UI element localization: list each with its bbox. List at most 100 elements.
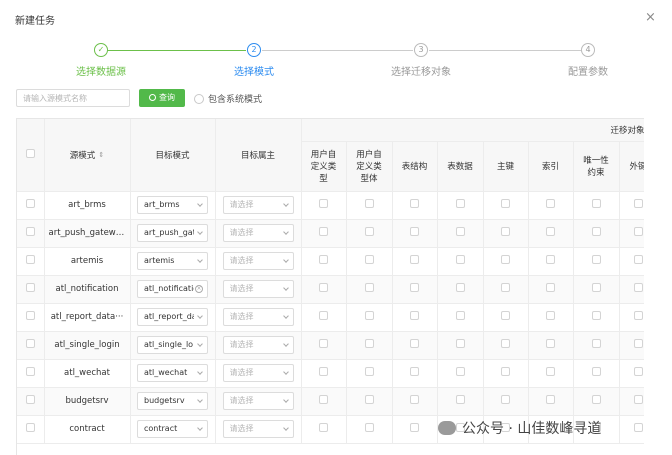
migration-object-checkbox[interactable] [455, 227, 465, 236]
step-config-params[interactable]: 4 配置参数 [528, 43, 648, 78]
migration-object-checkbox[interactable] [633, 339, 643, 348]
migration-object-checkbox[interactable] [364, 367, 374, 376]
target-mode-select[interactable]: atl_notificatio × [137, 280, 208, 298]
migration-object-checkbox[interactable] [410, 283, 419, 292]
migration-object-checkbox[interactable] [591, 283, 601, 292]
migration-object-checkbox[interactable] [410, 199, 419, 208]
migration-object-checkbox[interactable] [546, 227, 555, 236]
migration-object-checkbox[interactable] [319, 395, 328, 404]
migration-object-checkbox[interactable] [455, 395, 465, 404]
target-mode-select[interactable]: atl_wechat [137, 364, 208, 382]
migration-object-checkbox[interactable] [455, 283, 465, 292]
migration-object-checkbox[interactable] [319, 339, 328, 348]
migration-object-checkbox[interactable] [319, 255, 328, 264]
table-row[interactable]: budgetsrv budgetsrv 请选择 [17, 387, 644, 416]
migration-object-checkbox[interactable] [591, 227, 601, 236]
row-checkbox[interactable] [25, 423, 35, 432]
migration-object-checkbox[interactable] [591, 339, 601, 348]
target-owner-select[interactable]: 请选择 [222, 420, 294, 438]
table-row[interactable]: art_brms art_brms 请选择 [17, 191, 644, 220]
migration-object-checkbox[interactable] [501, 311, 510, 320]
table-row[interactable]: artemis artemis 请选择 [17, 247, 644, 276]
migration-object-checkbox[interactable] [501, 255, 510, 264]
query-button[interactable]: 查询 [139, 89, 185, 107]
table-row[interactable]: art_push_gateway art_push_gat 请选择 [17, 219, 644, 248]
migration-object-checkbox[interactable] [410, 367, 419, 376]
migration-object-checkbox[interactable] [364, 283, 374, 292]
step-select-mode[interactable]: 2 选择模式 [194, 43, 314, 78]
migration-object-checkbox[interactable] [546, 367, 555, 376]
target-mode-select[interactable]: art_push_gat [137, 224, 208, 242]
migration-object-checkbox[interactable] [633, 311, 643, 320]
select-all-checkbox[interactable] [25, 148, 35, 158]
migration-object-checkbox[interactable] [455, 255, 465, 264]
row-checkbox[interactable] [25, 367, 35, 376]
migration-object-checkbox[interactable] [501, 339, 510, 348]
target-mode-select[interactable]: contract [137, 420, 208, 438]
migration-object-checkbox[interactable] [364, 227, 374, 236]
header-source-mode[interactable]: 源模式 ⇕ [44, 119, 131, 192]
target-owner-select[interactable]: 请选择 [222, 392, 294, 410]
row-checkbox[interactable] [25, 199, 35, 208]
row-checkbox[interactable] [25, 395, 35, 404]
table-row[interactable]: atl_single_login atl_single_lo 请选择 [17, 331, 644, 360]
target-owner-select[interactable]: 请选择 [222, 364, 294, 382]
migration-object-checkbox[interactable] [633, 227, 643, 236]
migration-object-checkbox[interactable] [410, 227, 419, 236]
migration-object-checkbox[interactable] [546, 199, 555, 208]
migration-object-checkbox[interactable] [546, 283, 555, 292]
target-mode-select[interactable]: art_brms [137, 196, 208, 214]
migration-object-checkbox[interactable] [546, 255, 555, 264]
migration-object-checkbox[interactable] [364, 311, 374, 320]
migration-object-checkbox[interactable] [410, 311, 419, 320]
row-checkbox[interactable] [25, 255, 35, 264]
clear-icon[interactable]: × [195, 285, 203, 293]
migration-object-checkbox[interactable] [501, 283, 510, 292]
migration-object-checkbox[interactable] [410, 339, 419, 348]
migration-object-checkbox[interactable] [546, 311, 555, 320]
migration-object-checkbox[interactable] [633, 283, 643, 292]
target-mode-select[interactable]: atl_report_da [137, 308, 208, 326]
target-owner-select[interactable]: 请选择 [222, 336, 294, 354]
migration-object-checkbox[interactable] [546, 339, 555, 348]
migration-object-checkbox[interactable] [319, 283, 328, 292]
table-row[interactable]: atl_notification atl_notificatio × 请选择 [17, 275, 644, 304]
migration-object-checkbox[interactable] [455, 311, 465, 320]
migration-object-checkbox[interactable] [364, 255, 374, 264]
close-icon[interactable]: × [645, 10, 656, 25]
target-owner-select[interactable]: 请选择 [222, 308, 294, 326]
migration-object-checkbox[interactable] [455, 367, 465, 376]
step-select-datasource[interactable]: ✓ 选择数据源 [41, 43, 161, 78]
migration-object-checkbox[interactable] [501, 199, 510, 208]
migration-object-checkbox[interactable] [633, 367, 643, 376]
radio-icon[interactable] [194, 94, 204, 104]
migration-object-checkbox[interactable] [364, 423, 374, 432]
row-checkbox[interactable] [25, 339, 35, 348]
migration-object-checkbox[interactable] [501, 227, 510, 236]
table-row[interactable]: atl_report_data··· atl_report_da 请选择 [17, 303, 644, 332]
migration-object-checkbox[interactable] [410, 423, 419, 432]
migration-object-checkbox[interactable] [591, 311, 601, 320]
step-select-objects[interactable]: 3 选择迁移对象 [361, 43, 481, 78]
migration-object-checkbox[interactable] [591, 395, 601, 404]
migration-object-checkbox[interactable] [501, 367, 510, 376]
migration-object-checkbox[interactable] [319, 311, 328, 320]
migration-object-checkbox[interactable] [591, 255, 601, 264]
migration-object-checkbox[interactable] [319, 367, 328, 376]
target-owner-select[interactable]: 请选择 [222, 252, 294, 270]
migration-object-checkbox[interactable] [591, 199, 601, 208]
migration-object-checkbox[interactable] [546, 395, 555, 404]
row-checkbox[interactable] [25, 311, 35, 320]
migration-object-checkbox[interactable] [455, 199, 465, 208]
migration-object-checkbox[interactable] [633, 199, 643, 208]
migration-object-checkbox[interactable] [455, 339, 465, 348]
migration-object-checkbox[interactable] [319, 227, 328, 236]
include-system-mode-toggle[interactable]: 包含系统模式 [194, 92, 262, 105]
sort-icon[interactable]: ⇕ [98, 151, 104, 159]
target-owner-select[interactable]: 请选择 [222, 280, 294, 298]
row-checkbox[interactable] [25, 227, 35, 236]
migration-object-checkbox[interactable] [633, 395, 643, 404]
target-owner-select[interactable]: 请选择 [222, 224, 294, 242]
migration-object-checkbox[interactable] [633, 255, 643, 264]
migration-object-checkbox[interactable] [364, 339, 374, 348]
